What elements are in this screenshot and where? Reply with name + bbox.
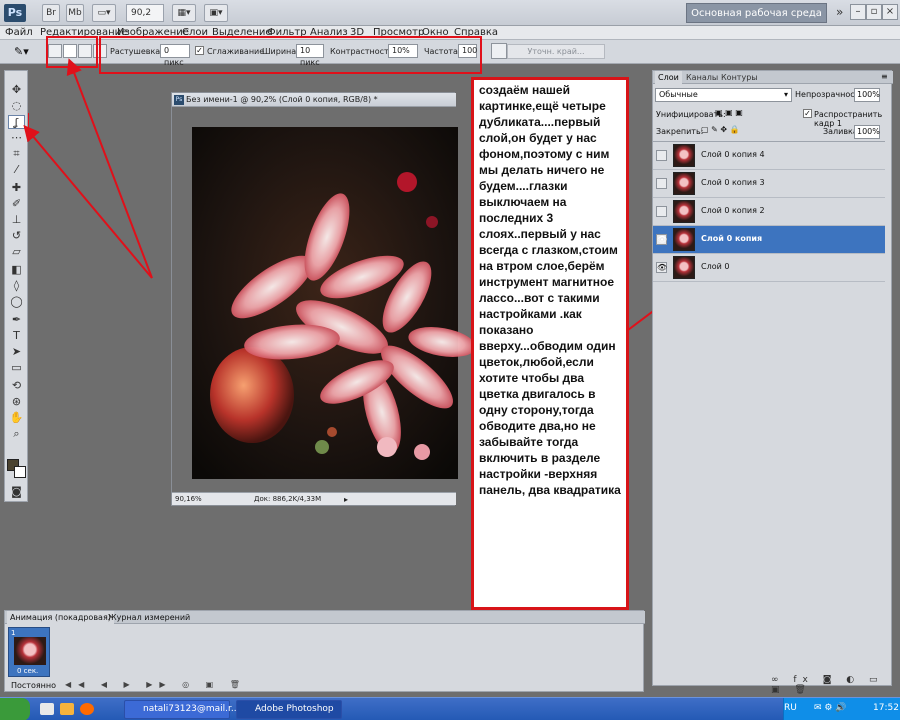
taskbar-photoshop-window[interactable]: Adobe Photoshop ... bbox=[236, 700, 342, 719]
visibility-toggle[interactable] bbox=[656, 150, 667, 161]
layers-panel-tabs: Слои Каналы Контуры ≡ bbox=[653, 71, 893, 84]
layer-name: Слой 0 bbox=[701, 262, 730, 271]
fill-input[interactable]: 100% bbox=[854, 125, 880, 139]
layer-thumbnail bbox=[673, 256, 695, 279]
quicklaunch-browser-icon[interactable] bbox=[80, 703, 94, 715]
propagate-frame-checkbox[interactable]: ✓ bbox=[803, 109, 812, 118]
layer-row[interactable]: Слой 0 копия 3 bbox=[653, 170, 885, 198]
layer-thumbnail bbox=[673, 144, 695, 167]
taskbar-mail-label: natali73123@mail.r... bbox=[143, 704, 240, 714]
tab-layers[interactable]: Слои bbox=[655, 71, 682, 84]
eye-icon[interactable]: 👁 bbox=[656, 262, 667, 273]
taskbar-photoshop-label: Adobe Photoshop ... bbox=[255, 704, 334, 714]
animation-frame[interactable]: 1 0 сек. bbox=[8, 627, 50, 677]
layer-row[interactable]: Слой 0 копия 4 bbox=[653, 142, 885, 170]
layer-row-selected[interactable]: 👁 Слой 0 копия bbox=[653, 226, 885, 254]
layer-thumbnail bbox=[673, 172, 695, 195]
taskbar-mail-window[interactable]: natali73123@mail.r... bbox=[124, 700, 240, 719]
tray-icons[interactable]: ✉ ⚙ 🔊 bbox=[814, 703, 847, 713]
layer-name: Слой 0 копия 3 bbox=[701, 178, 765, 187]
playback-controls[interactable]: ◀◀ ◀ ▶ ▶▶ ◎ ▣ 🗑 bbox=[65, 680, 247, 689]
lock-icons[interactable]: ▢ ✎ ✥ 🔒 bbox=[701, 125, 753, 136]
frame-number: 1 bbox=[11, 629, 16, 637]
eye-icon[interactable]: 👁 bbox=[656, 234, 667, 245]
tab-animation[interactable]: Анимация (покадровая) bbox=[7, 611, 114, 624]
layer-actions-icons[interactable]: ∞ fx ◙ ◐ ▭ ▣ 🗑 bbox=[771, 675, 891, 695]
frame-delay[interactable]: 0 сек. bbox=[17, 667, 38, 675]
language-indicator[interactable]: RU bbox=[784, 703, 797, 713]
animation-panel: Анимация (покадровая) Журнал измерений 1… bbox=[4, 610, 645, 692]
chevron-down-icon: ▾ bbox=[783, 90, 788, 99]
layer-list: Слой 0 копия 4 Слой 0 копия 3 Слой 0 коп… bbox=[653, 141, 885, 282]
layer-name: Слой 0 копия 4 bbox=[701, 150, 765, 159]
opacity-input[interactable]: 100% bbox=[854, 88, 880, 102]
layer-name: Слой 0 копия 2 bbox=[701, 206, 765, 215]
blend-mode-value: Обычные bbox=[659, 90, 698, 99]
tab-channels[interactable]: Каналы bbox=[683, 71, 721, 84]
layer-name: Слой 0 копия bbox=[701, 234, 763, 243]
animation-panel-tabs: Анимация (покадровая) Журнал измерений bbox=[5, 611, 645, 624]
quicklaunch-folder-icon[interactable] bbox=[60, 703, 74, 715]
clock: 17:52 bbox=[873, 703, 899, 713]
annotation-text: создаём нашей картинке,ещё четыре дублик… bbox=[479, 83, 621, 497]
tab-measurement-log[interactable]: Журнал измерений bbox=[105, 611, 193, 624]
layers-panel: Слои Каналы Контуры ≡ Обычные ▾ Непрозра… bbox=[652, 70, 893, 695]
arrow-to-lasso-tool bbox=[23, 124, 153, 279]
start-button[interactable] bbox=[0, 698, 30, 720]
tab-paths[interactable]: Контуры bbox=[718, 71, 761, 84]
layer-row[interactable]: Слой 0 копия 2 bbox=[653, 198, 885, 226]
blend-mode-select[interactable]: Обычные ▾ bbox=[655, 88, 792, 102]
visibility-toggle[interactable] bbox=[656, 206, 667, 217]
unify-icons[interactable]: ▣ ▣ ▣ bbox=[715, 108, 751, 119]
visibility-toggle[interactable] bbox=[656, 178, 667, 189]
quicklaunch-icon[interactable] bbox=[40, 703, 54, 715]
arrow-to-selection-mode bbox=[66, 58, 153, 279]
taskbar: natali73123@mail.r... Adobe Photoshop ..… bbox=[0, 697, 900, 720]
layer-thumbnail bbox=[673, 200, 695, 223]
annotation-note: создаём нашей картинке,ещё четыре дублик… bbox=[471, 77, 629, 610]
frame-thumbnail bbox=[14, 637, 46, 665]
loop-select[interactable]: Постоянно bbox=[11, 681, 56, 690]
layer-row[interactable]: 👁 Слой 0 bbox=[653, 254, 885, 282]
layer-thumbnail bbox=[673, 228, 695, 251]
system-tray: RU ✉ ⚙ 🔊 17:52 bbox=[783, 698, 900, 720]
panel-menu-icon[interactable]: ≡ bbox=[881, 72, 888, 81]
lock-label: Закрепить: bbox=[656, 127, 704, 136]
